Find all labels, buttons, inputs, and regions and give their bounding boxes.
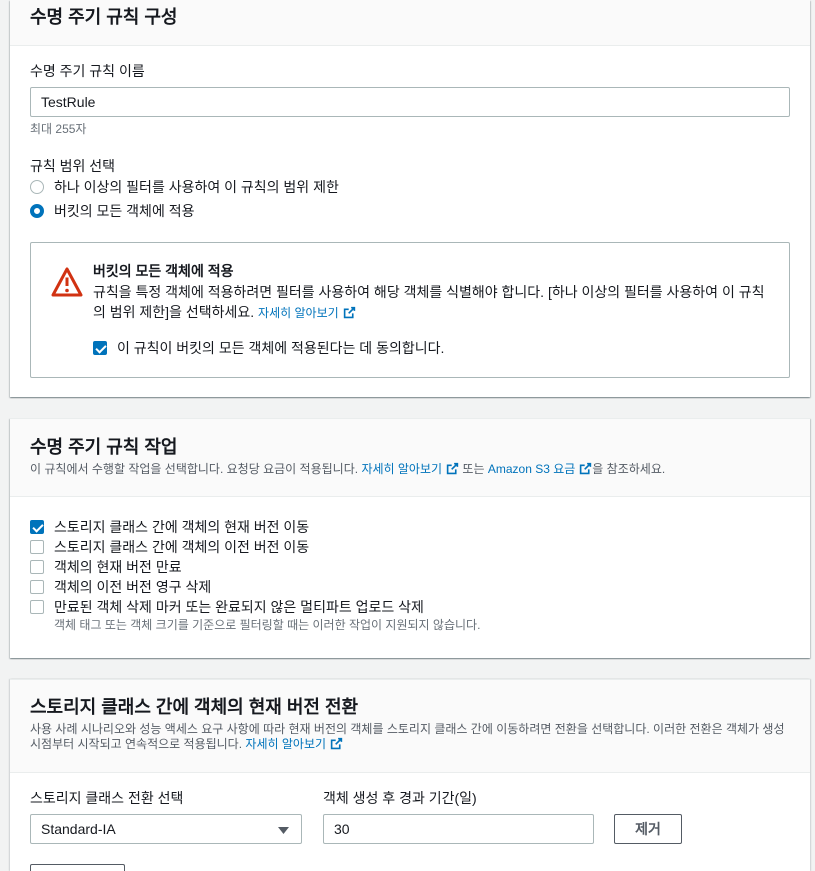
panel-title: 수명 주기 규칙 작업 (30, 437, 178, 457)
rule-name-constraint: 최대 255자 (30, 122, 87, 136)
storage-class-label: 스토리지 클래스 전환 선택 (30, 790, 184, 806)
external-link-icon[interactable] (343, 306, 356, 319)
rule-name-label: 수명 주기 규칙 이름 (30, 63, 145, 79)
transition-row: 스토리지 클래스 전환 선택 Standard-IA 객체 생성 후 경과 기간… (30, 788, 790, 844)
panel-title: 수명 주기 규칙 구성 (30, 7, 178, 27)
panel-body: 스토리지 클래스 전환 선택 Standard-IA 객체 생성 후 경과 기간… (10, 773, 810, 871)
action-checkbox[interactable] (30, 600, 44, 614)
description-suffix: 을 참조하세요. (592, 462, 666, 476)
days-after-creation-label: 객체 생성 후 경과 기간(일) (323, 790, 477, 806)
learn-more-link[interactable]: 자세히 알아보기 (258, 306, 339, 320)
description-text: 이 규칙에서 수행할 작업을 선택합니다. 요청당 요금이 적용됩니다. (30, 462, 359, 476)
rule-name-input[interactable] (30, 87, 790, 117)
days-after-creation-input[interactable] (323, 814, 594, 844)
panel-title: 스토리지 클래스 간에 객체의 현재 버전 전환 (30, 697, 359, 717)
panel-header: 수명 주기 규칙 작업 이 규칙에서 수행할 작업을 선택합니다. 요청당 요금… (10, 419, 810, 497)
lifecycle-rule-actions-panel: 수명 주기 규칙 작업 이 규칙에서 수행할 작업을 선택합니다. 요청당 요금… (10, 418, 810, 658)
external-link-icon[interactable] (446, 462, 459, 475)
alert-body: 규칙을 특정 객체에 적용하려면 필터를 사용하여 해당 객체를 식별해야 합니… (93, 282, 769, 323)
cut-off-button[interactable] (30, 864, 125, 871)
action-checkbox[interactable] (30, 560, 44, 574)
action-checkbox[interactable] (30, 540, 44, 554)
remove-button[interactable]: 제거 (614, 814, 682, 844)
or-text: 또는 (462, 462, 485, 476)
action-delete-noncurrent-versions[interactable]: 객체의 이전 버전 영구 삭제 (30, 577, 790, 597)
scope-option-filter[interactable]: 하나 이상의 필터를 사용하여 이 규칙의 범위 제한 (30, 175, 790, 199)
pricing-link[interactable]: Amazon S3 요금 (488, 462, 575, 476)
learn-more-link[interactable]: 자세히 알아보기 (245, 737, 326, 751)
scope-radio-group: 하나 이상의 필터를 사용하여 이 규칙의 범위 제한 버킷의 모든 객체에 적… (30, 175, 790, 223)
alert-message: 규칙을 특정 객체에 적용하려면 필터를 사용하여 해당 객체를 식별해야 합니… (93, 284, 765, 320)
panel-header: 수명 주기 규칙 구성 (10, 0, 810, 46)
acknowledge-checkbox[interactable] (93, 341, 107, 355)
radio-button[interactable] (30, 180, 44, 194)
action-delete-markers-multipart[interactable]: 만료된 객체 삭제 마커 또는 완료되지 않은 멀티파트 업로드 삭제 (30, 597, 790, 617)
caret-down-icon (278, 819, 289, 839)
action-label: 만료된 객체 삭제 마커 또는 완료되지 않은 멀티파트 업로드 삭제 (54, 599, 424, 615)
action-note: 객체 태그 또는 객체 크기를 기준으로 필터링할 때는 이러한 작업이 지원되… (54, 618, 481, 632)
lifecycle-rule-config-panel: 수명 주기 규칙 구성 수명 주기 규칙 이름 최대 255자 규칙 범위 선택… (10, 0, 810, 397)
action-expire-current-versions[interactable]: 객체의 현재 버전 만료 (30, 557, 790, 577)
acknowledge-label: 이 규칙이 버킷의 모든 객체에 적용된다는 데 동의합니다. (117, 340, 445, 356)
alert-content: 버킷의 모든 객체에 적용 규칙을 특정 객체에 적용하려면 필터를 사용하여 … (93, 261, 769, 358)
warning-icon (51, 266, 83, 298)
external-link-icon[interactable] (330, 737, 343, 750)
scope-option-all-objects[interactable]: 버킷의 모든 객체에 적용 (30, 199, 790, 223)
scope-option-label: 하나 이상의 필터를 사용하여 이 규칙의 범위 제한 (54, 179, 339, 195)
action-label: 스토리지 클래스 간에 객체의 현재 버전 이동 (54, 519, 310, 535)
action-checkbox[interactable] (30, 520, 44, 534)
action-move-noncurrent-versions[interactable]: 스토리지 클래스 간에 객체의 이전 버전 이동 (30, 537, 790, 557)
action-label: 객체의 현재 버전 만료 (54, 559, 182, 575)
panel-header: 스토리지 클래스 간에 객체의 현재 버전 전환 사용 사례 시나리오와 성능 … (10, 680, 810, 773)
storage-class-value: Standard-IA (41, 821, 116, 837)
action-label: 객체의 이전 버전 영구 삭제 (54, 579, 212, 595)
action-label: 스토리지 클래스 간에 객체의 이전 버전 이동 (54, 539, 310, 555)
days-after-creation-field: 객체 생성 후 경과 기간(일) (323, 788, 594, 844)
action-move-current-versions[interactable]: 스토리지 클래스 간에 객체의 현재 버전 이동 (30, 517, 790, 537)
panel-body: 스토리지 클래스 간에 객체의 현재 버전 이동 스토리지 클래스 간에 객체의… (10, 497, 810, 658)
panel-description: 사용 사례 시나리오와 성능 액세스 요구 사항에 따라 현재 버전의 객체를 … (30, 722, 790, 752)
scope-option-label: 버킷의 모든 객체에 적용 (54, 203, 195, 219)
storage-class-select[interactable]: Standard-IA (30, 814, 302, 844)
action-checkbox[interactable] (30, 580, 44, 594)
external-link-icon[interactable] (579, 462, 592, 475)
learn-more-link[interactable]: 자세히 알아보기 (361, 462, 442, 476)
description-text: 사용 사례 시나리오와 성능 액세스 요구 사항에 따라 현재 버전의 객체를 … (30, 722, 785, 751)
panel-description: 이 규칙에서 수행할 작업을 선택합니다. 요청당 요금이 적용됩니다. 자세히… (30, 461, 790, 477)
storage-class-field: 스토리지 클래스 전환 선택 Standard-IA (30, 788, 302, 844)
scope-label: 규칙 범위 선택 (30, 158, 116, 174)
alert-title: 버킷의 모든 객체에 적용 (93, 263, 234, 279)
acknowledge-checkbox-row[interactable]: 이 규칙이 버킷의 모든 객체에 적용된다는 데 동의합니다. (93, 338, 769, 358)
panel-body: 수명 주기 규칙 이름 최대 255자 규칙 범위 선택 하나 이상의 필터를 … (10, 46, 810, 397)
warning-alert: 버킷의 모든 객체에 적용 규칙을 특정 객체에 적용하려면 필터를 사용하여 … (30, 242, 790, 378)
radio-button[interactable] (30, 204, 44, 218)
current-version-transitions-panel: 스토리지 클래스 간에 객체의 현재 버전 전환 사용 사례 시나리오와 성능 … (10, 679, 810, 871)
